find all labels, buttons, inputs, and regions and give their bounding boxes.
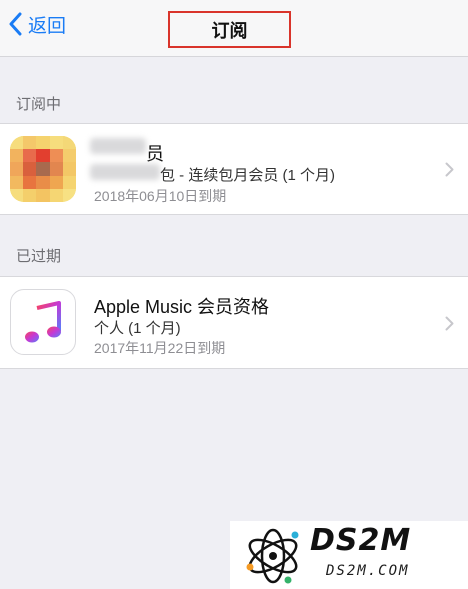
subscription-expiry: 2018年06月10日到期 xyxy=(94,188,227,204)
subscription-row-expired[interactable]: Apple Music 会员资格 个人 (1 个月) 2017年11月22日到期 xyxy=(0,277,468,368)
blurred-name xyxy=(90,138,146,154)
section-header-expired: 已过期 xyxy=(16,248,62,265)
chevron-right-icon xyxy=(445,316,454,331)
subscription-expiry: 2017年11月22日到期 xyxy=(94,340,226,356)
page-title: 订阅 xyxy=(211,20,248,41)
music-note-icon xyxy=(25,301,61,343)
back-button-label: 返回 xyxy=(28,15,67,37)
app-icon-pixelated xyxy=(10,136,76,202)
section-header-active: 订阅中 xyxy=(16,96,62,113)
back-button[interactable]: 返回 xyxy=(8,9,66,39)
watermark-brand: DS2M xyxy=(310,523,412,558)
blurred-plan xyxy=(90,164,160,180)
subscription-name: Apple Music 会员资格 xyxy=(94,297,270,317)
app-icon-apple-music xyxy=(10,289,76,355)
chevron-right-icon xyxy=(445,162,454,177)
subscription-name: 员 xyxy=(146,144,164,164)
subscription-plan: 个人 (1 个月) xyxy=(94,320,181,337)
navigation-bar: 返回 订阅 xyxy=(0,0,468,57)
subscription-row-active[interactable]: 员 包 - 连续包月会员 (1 个月) 2018年06月10日到期 xyxy=(0,124,468,214)
chevron-left-icon xyxy=(9,12,22,36)
expired-subscriptions-group: Apple Music 会员资格 个人 (1 个月) 2017年11月22日到期 xyxy=(0,276,468,369)
subscription-plan: 包 - 连续包月会员 (1 个月) xyxy=(160,167,335,184)
atom-logo-icon xyxy=(246,528,299,584)
watermark-domain: DS2M.COM xyxy=(326,563,410,579)
active-subscriptions-group: 员 包 - 连续包月会员 (1 个月) 2018年06月10日到期 xyxy=(0,123,468,215)
title-highlight-box: 订阅 xyxy=(168,11,291,48)
watermark: DS2M DS2M.COM xyxy=(230,521,468,589)
